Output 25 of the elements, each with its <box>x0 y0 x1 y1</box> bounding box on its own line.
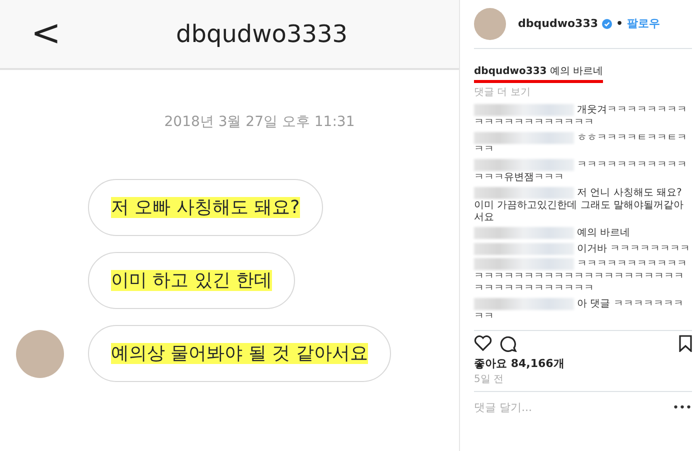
more-button[interactable]: ••• <box>672 400 692 417</box>
back-button[interactable]: < <box>16 15 76 53</box>
comment-field[interactable]: 댓글 달기... <box>474 400 644 417</box>
message-bubble: 이미 하고 있긴 한데 <box>88 252 296 309</box>
comment: ㅋㅋㅋㅋㅋㅋㅋㅋㅋㅋㅋㅋㅋㅋㅋㅋㅋㅋㅋㅋㅋㅋㅋㅋㅋㅋㅋㅋㅋㅋㅋㅋㅋㅋㅋㅋㅋㅋㅋㅋㅋㅋㅋㅋ <box>474 258 688 296</box>
bookmark-icon[interactable] <box>679 334 692 352</box>
username: dbqudwo333 <box>518 16 598 32</box>
timestamp: 2018년 3월 27일 오후 11:31 <box>163 113 356 132</box>
separator: • <box>616 16 624 32</box>
comment: 아 댓글 ㅋㅋㅋㅋㅋㅋㅋㅋㅋ <box>474 298 684 323</box>
post-time: 5일 전 <box>474 373 505 388</box>
comment: 저 언니 사칭해도 돼요? 이미 가끔하고있긴한데 그래도 말해야될꺼같아서요 <box>474 187 685 224</box>
comment: 이거바 ㅋㅋㅋㅋㅋㅋㅋㅋ <box>474 242 692 256</box>
comment: ㅋㅋㅋㅋㅋㅋㅋㅋㅋㅋㅋㅋㅋㅋ유변잼ㅋㅋㅋ <box>474 159 688 184</box>
comment: 예의 바르네 <box>474 226 692 240</box>
avatar <box>474 8 506 40</box>
comment-icon[interactable] <box>500 334 517 352</box>
message-bubble: 예의상 물어봐야 될 것 같아서요 <box>88 325 391 382</box>
like-count: 좋아요 84,166개 <box>474 356 566 372</box>
comment: ㅎㅎㅋㅋㅋㅋㅌㅋㅋㅌㅋㅋㅋ <box>474 132 688 156</box>
comment: 개웃겨ㅋㅋㅋㅋㅋㅋㅋㅋㅋㅋㅋㅋㅋㅋㅋㅋㅋㅋㅋㅋ <box>474 104 688 129</box>
heart-icon[interactable] <box>474 335 492 352</box>
chat-title: dbqudwo3333 <box>176 19 348 50</box>
message-bubble: 저 오빠 사칭해도 돼요? <box>88 179 323 236</box>
caption: dbqudwo333 예의 바르네 <box>474 64 604 83</box>
